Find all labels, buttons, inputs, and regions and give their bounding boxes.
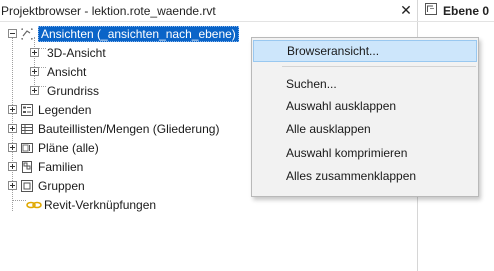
tree-item-revit-links[interactable]: Revit-Verknüpfungen (26, 195, 156, 214)
tree-item-label: Grundriss (47, 83, 100, 98)
menu-item-auswahl-komprimieren[interactable]: Auswahl komprimieren (253, 142, 477, 164)
collapse-icon[interactable] (8, 29, 17, 38)
tree-guide-line (12, 200, 26, 201)
schedule-icon (20, 122, 34, 136)
tree-item-ansicht[interactable]: Ansicht (30, 62, 86, 81)
menu-separator (282, 66, 476, 67)
families-icon (20, 160, 34, 174)
tab-label: Ebene 0 (443, 3, 490, 18)
tree-item-label: Gruppen (38, 178, 85, 193)
groups-icon (20, 179, 34, 193)
view-tab-icon (424, 2, 438, 19)
tree-item-3d-ansicht[interactable]: 3D-Ansicht (30, 43, 106, 62)
tree-item-ansichten[interactable]: Ansichten (_ansichten_nach_ebene) (8, 24, 239, 43)
context-menu: Browseransicht... Suchen... Auswahl ausk… (251, 37, 479, 197)
tree-item-label: Pläne (alle) (38, 140, 99, 155)
expand-icon[interactable] (30, 48, 39, 57)
tree-item-label: Legenden (38, 102, 92, 117)
tree-item-legenden[interactable]: Legenden (8, 100, 91, 119)
expand-icon[interactable] (30, 67, 39, 76)
menu-item-suchen[interactable]: Suchen... (253, 73, 477, 95)
tab-ebene-0[interactable]: Ebene 0 (418, 0, 494, 22)
tree-item-label: Ansichten (_ansichten_nach_ebene) (38, 25, 239, 42)
expand-icon[interactable] (8, 181, 17, 190)
menu-item-alle-ausklappen[interactable]: Alle ausklappen (253, 118, 477, 140)
menu-item-browseransicht[interactable]: Browseransicht... (253, 40, 477, 62)
tree-item-label: 3D-Ansicht (47, 45, 106, 60)
panel-title: Projektbrowser - lektion.rote_waende.rvt (1, 3, 216, 18)
legend-icon (20, 103, 34, 117)
sheets-icon (20, 141, 34, 155)
tree-item-familien[interactable]: Familien (8, 157, 83, 176)
expand-icon[interactable] (8, 124, 17, 133)
panel-header: Projektbrowser - lektion.rote_waende.rvt… (0, 0, 418, 22)
menu-item-alles-zusammenklappen[interactable]: Alles zusammenklappen (253, 165, 477, 187)
tree-item-bauteillisten[interactable]: Bauteillisten/Mengen (Gliederung) (8, 119, 219, 138)
tree-item-grundriss[interactable]: Grundriss (30, 81, 99, 100)
tree-item-label: Bauteillisten/Mengen (Gliederung) (38, 121, 220, 136)
views-icon (20, 27, 34, 41)
tree-item-label: Familien (38, 159, 84, 174)
expand-icon[interactable] (8, 143, 17, 152)
expand-icon[interactable] (30, 86, 39, 95)
close-icon[interactable]: ✕ (398, 2, 414, 18)
link-icon (26, 198, 42, 212)
menu-item-auswahl-ausklappen[interactable]: Auswahl ausklappen (253, 95, 477, 117)
tree-item-label: Revit-Verknüpfungen (44, 197, 157, 212)
tree-item-gruppen[interactable]: Gruppen (8, 176, 85, 195)
expand-icon[interactable] (8, 105, 17, 114)
expand-icon[interactable] (8, 162, 17, 171)
tree-item-label: Ansicht (47, 64, 87, 79)
tree-item-plaene[interactable]: Pläne (alle) (8, 138, 99, 157)
